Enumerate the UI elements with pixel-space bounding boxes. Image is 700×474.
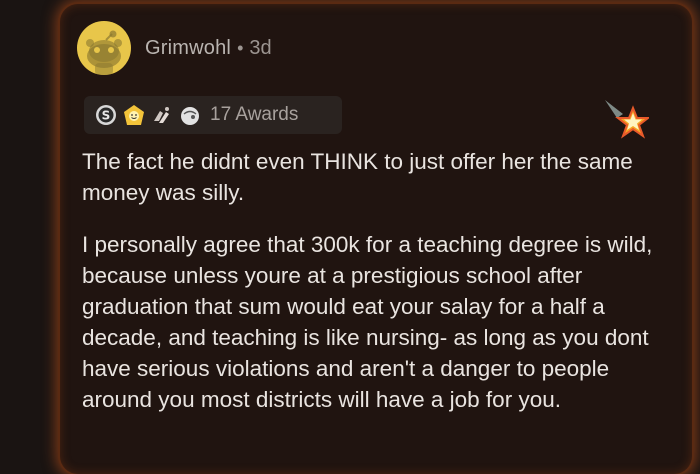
awards-count: 17 Awards	[210, 104, 299, 125]
helpful-award-icon	[178, 103, 202, 127]
meta-separator: •	[237, 37, 244, 58]
svg-text:S: S	[102, 109, 111, 123]
comment-author[interactable]: Grimwohl	[145, 37, 231, 60]
comment-header: Grimwohl • 3d	[77, 20, 272, 76]
wholesome-award-icon	[122, 103, 146, 127]
silver-award-icon: S	[94, 103, 118, 127]
page-background: Grimwohl • 3d S 17 Awards The fact he di…	[0, 0, 700, 474]
comment-body: The fact he didnt even THINK to just off…	[82, 146, 672, 415]
awards-bar[interactable]: S 17 Awards	[84, 96, 342, 134]
comment-age: 3d	[249, 36, 272, 59]
comment-paragraph-2: I personally agree that 300k for a teach…	[82, 232, 653, 412]
snoo-avatar-icon[interactable]	[77, 21, 131, 75]
star-award-icon[interactable]	[603, 96, 651, 140]
hands-award-icon	[150, 103, 174, 127]
comment-paragraph-1: The fact he didnt even THINK to just off…	[82, 149, 633, 205]
